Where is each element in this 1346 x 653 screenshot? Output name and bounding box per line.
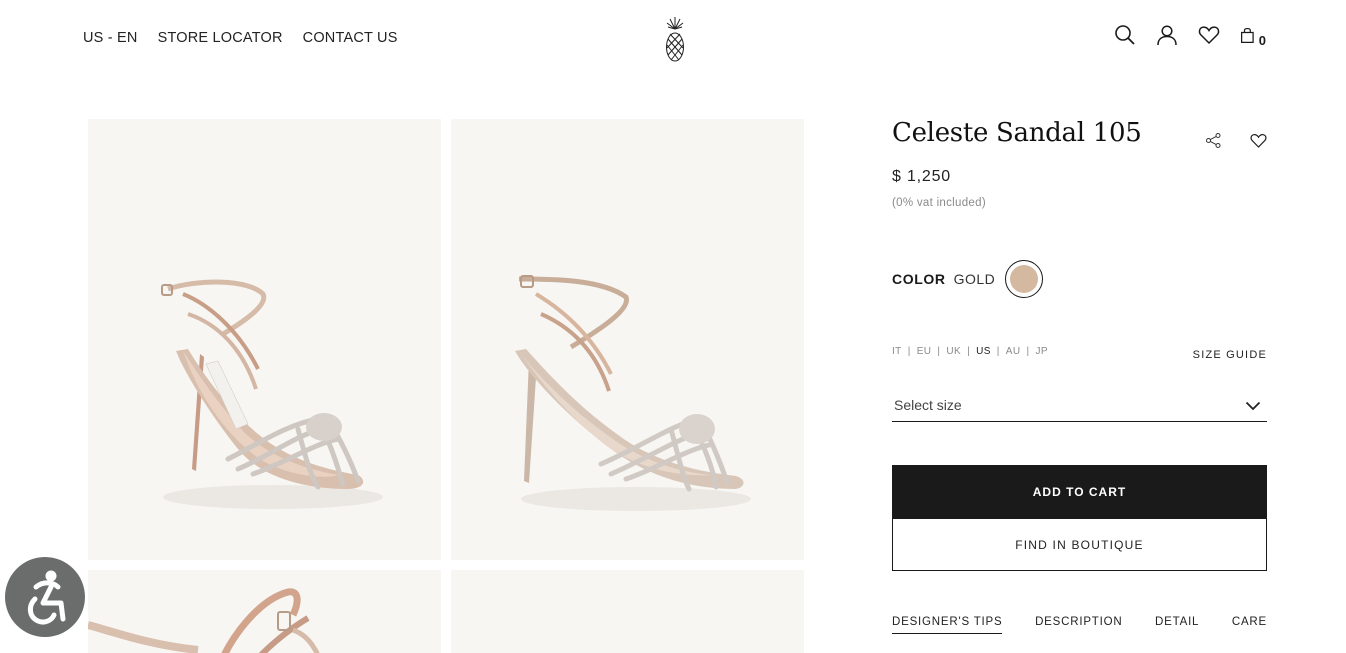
search-icon[interactable] [1114,24,1136,46]
cart-count: 0 [1258,33,1266,48]
share-icon[interactable] [1205,132,1222,149]
pineapple-logo[interactable] [664,15,686,63]
size-system-eu[interactable]: EU [917,346,932,357]
color-label: COLOR [892,271,946,287]
product-image-3[interactable] [88,570,441,653]
product-panel: Celeste Sandal 105 $ 1,250 (0% vat inclu… [892,118,1267,634]
size-system-divider: | [967,346,971,357]
contact-us-link[interactable]: CONTACT US [303,30,398,46]
cart-button[interactable]: 0 [1240,24,1266,48]
add-to-wishlist-heart-icon[interactable] [1250,132,1267,149]
tab-description[interactable]: DESCRIPTION [1035,616,1122,634]
site-header: US - EN STORE LOCATOR CONTACT US 0 [0,0,1346,80]
color-swatch-gold[interactable] [1005,260,1044,298]
title-actions [1205,132,1267,149]
find-in-boutique-button[interactable]: FIND IN BOUTIQUE [892,518,1267,571]
header-nav-left: US - EN STORE LOCATOR CONTACT US [83,30,398,46]
tab-detail[interactable]: DETAIL [1155,616,1199,634]
size-system-us[interactable]: US [976,346,991,357]
color-value: GOLD [953,271,996,287]
vat-note: (0% vat included) [892,197,986,209]
tab-care[interactable]: CARE [1232,616,1267,634]
bag-icon[interactable] [1240,24,1258,46]
size-system-divider: | [1026,346,1030,357]
product-image-4[interactable] [451,570,804,653]
user-icon[interactable] [1156,24,1178,46]
header-icons: 0 [1114,24,1266,48]
size-system-selector: IT | EU | UK | US | AU | JP [892,346,1048,357]
size-dropdown[interactable]: Select size [892,388,1267,422]
chevron-down-icon [1245,401,1261,411]
size-system-divider: | [907,346,911,357]
accessibility-icon [28,570,66,625]
locale-selector[interactable]: US - EN [83,30,138,46]
size-system-divider: | [937,346,941,357]
color-swatch-fill [1010,265,1039,293]
size-dropdown-placeholder: Select size [894,397,962,413]
accessibility-button[interactable] [5,557,85,637]
size-system-au[interactable]: AU [1006,346,1021,357]
product-info-tabs: DESIGNER'S TIPS DESCRIPTION DETAIL CARE [892,616,1267,634]
product-price: $ 1,250 [892,168,951,185]
add-to-cart-button[interactable]: ADD TO CART [892,465,1267,518]
size-system-it[interactable]: IT [892,346,902,357]
size-guide-link[interactable]: SIZE GUIDE [1193,349,1267,361]
product-image-1[interactable] [88,119,441,560]
sandal-front-view-image [515,275,751,511]
size-system-uk[interactable]: UK [946,346,961,357]
store-locator-link[interactable]: STORE LOCATOR [158,30,283,46]
sandal-detail-image [88,588,320,653]
product-image-2[interactable] [451,119,804,560]
tab-designers-tips[interactable]: DESIGNER'S TIPS [892,616,1003,634]
color-selector: COLOR GOLD [892,260,1267,298]
sandal-side-view-image [161,279,383,509]
size-system-divider: | [996,346,1000,357]
size-system-jp[interactable]: JP [1036,346,1048,357]
wishlist-heart-icon[interactable] [1198,24,1220,46]
